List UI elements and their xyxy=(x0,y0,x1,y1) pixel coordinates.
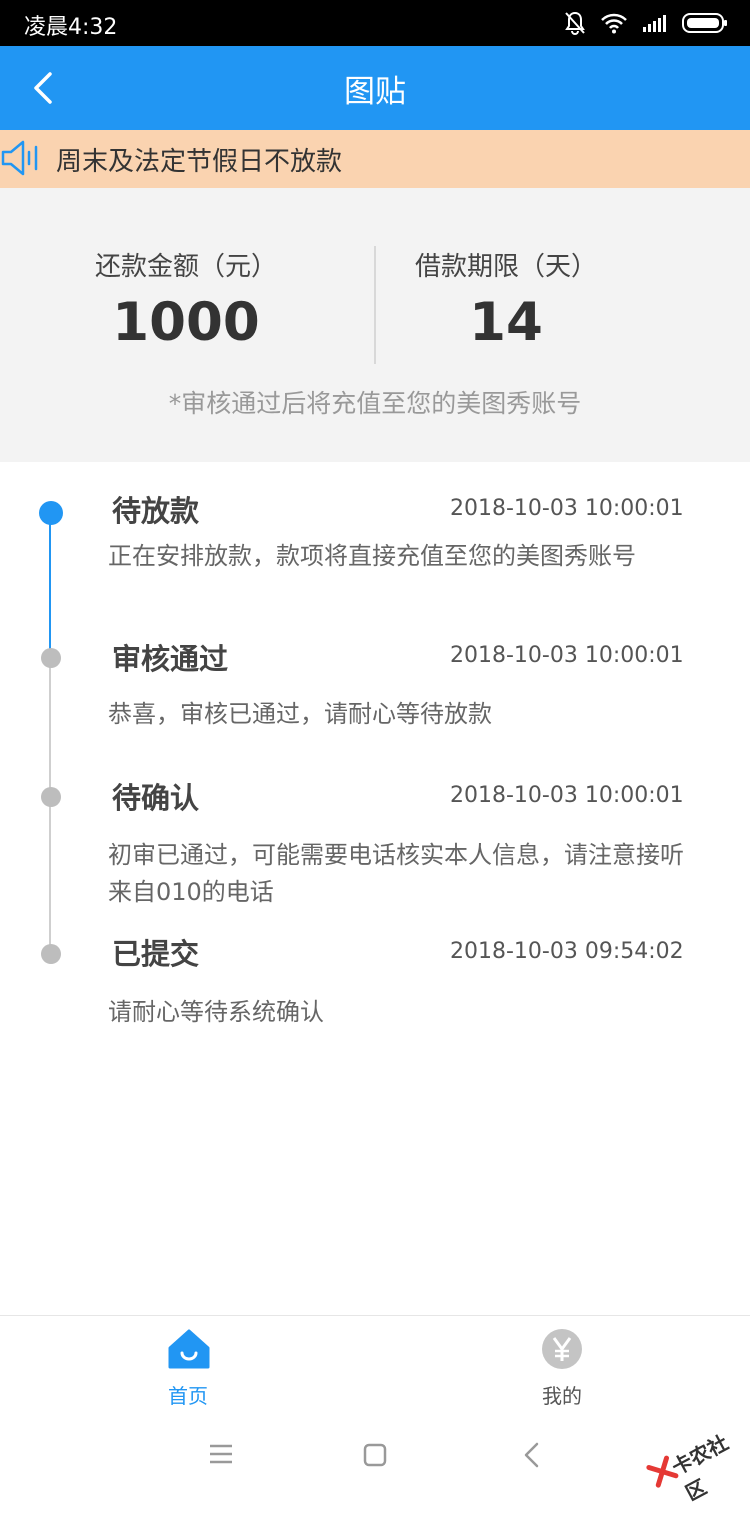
battery-icon xyxy=(682,13,727,33)
notice-bar: 周末及法定节假日不放款 xyxy=(0,130,750,188)
step-desc: 正在安排放款，款项将直接充值至您的美图秀账号 xyxy=(108,542,636,570)
step-dot-active xyxy=(39,501,63,525)
summary-note: *审核通过后将充值至您的美图秀账号 xyxy=(168,389,582,418)
title-bar: 图贴 xyxy=(0,46,750,130)
term-label: 借款期限（天） xyxy=(414,252,597,282)
menu-icon[interactable] xyxy=(208,1443,234,1465)
home-icon xyxy=(168,1329,210,1369)
amount-label: 还款金额（元） xyxy=(94,252,277,282)
step-title: 已提交 xyxy=(112,937,200,971)
step-title: 审核通过 xyxy=(112,642,229,676)
step-dot xyxy=(41,787,61,807)
bell-muted-icon xyxy=(565,11,585,35)
step-time: 2018-10-03 10:00:01 xyxy=(450,783,684,808)
nav-label-mine: 我的 xyxy=(542,1384,582,1408)
watermark-logo: 卡农社区 xyxy=(640,1410,750,1505)
wifi-icon xyxy=(601,13,627,34)
notice-text: 周末及法定节假日不放款 xyxy=(56,147,343,177)
step-desc: 恭喜，审核已通过，请耐心等待放款 xyxy=(108,700,492,728)
step-dot xyxy=(41,648,61,668)
bottom-nav: 首页 我的 xyxy=(0,1315,750,1412)
speaker-icon xyxy=(1,140,38,176)
status-time: 凌晨4:32 xyxy=(24,15,118,40)
nav-label-home: 首页 xyxy=(168,1384,208,1408)
step-dot xyxy=(41,944,61,964)
step-desc: 初审已通过，可能需要电话核实本人信息，请注意接听来自010的电话 xyxy=(108,841,684,906)
step-time: 2018-10-03 10:00:01 xyxy=(450,643,684,668)
loan-summary: 还款金额（元） 1000 借款期限（天） 14 *审核通过后将充值至您的美图秀账… xyxy=(0,188,750,462)
step-title: 待放款 xyxy=(112,494,200,528)
nav-item-home[interactable]: 首页 xyxy=(128,1316,248,1412)
step-title: 待确认 xyxy=(112,781,200,815)
signal-icon xyxy=(643,15,666,32)
nav-item-mine[interactable]: 我的 xyxy=(502,1316,622,1412)
page-title: 图贴 xyxy=(344,74,406,110)
amount-value: 1000 xyxy=(112,292,260,353)
timeline-line-active xyxy=(49,512,51,658)
home-square-icon[interactable] xyxy=(363,1443,387,1467)
back-triangle-icon[interactable] xyxy=(522,1441,542,1469)
step-desc: 请耐心等待系统确认 xyxy=(108,998,324,1026)
step-time: 2018-10-03 10:00:01 xyxy=(450,496,684,521)
system-nav-bar: 卡农社区 xyxy=(0,1410,750,1505)
status-bar: 凌晨4:32 xyxy=(0,0,750,46)
watermark-text: 卡农社区 xyxy=(667,1430,733,1506)
term-value: 14 xyxy=(469,292,543,353)
step-time: 2018-10-03 09:54:02 xyxy=(450,939,684,964)
yen-icon xyxy=(542,1329,582,1369)
